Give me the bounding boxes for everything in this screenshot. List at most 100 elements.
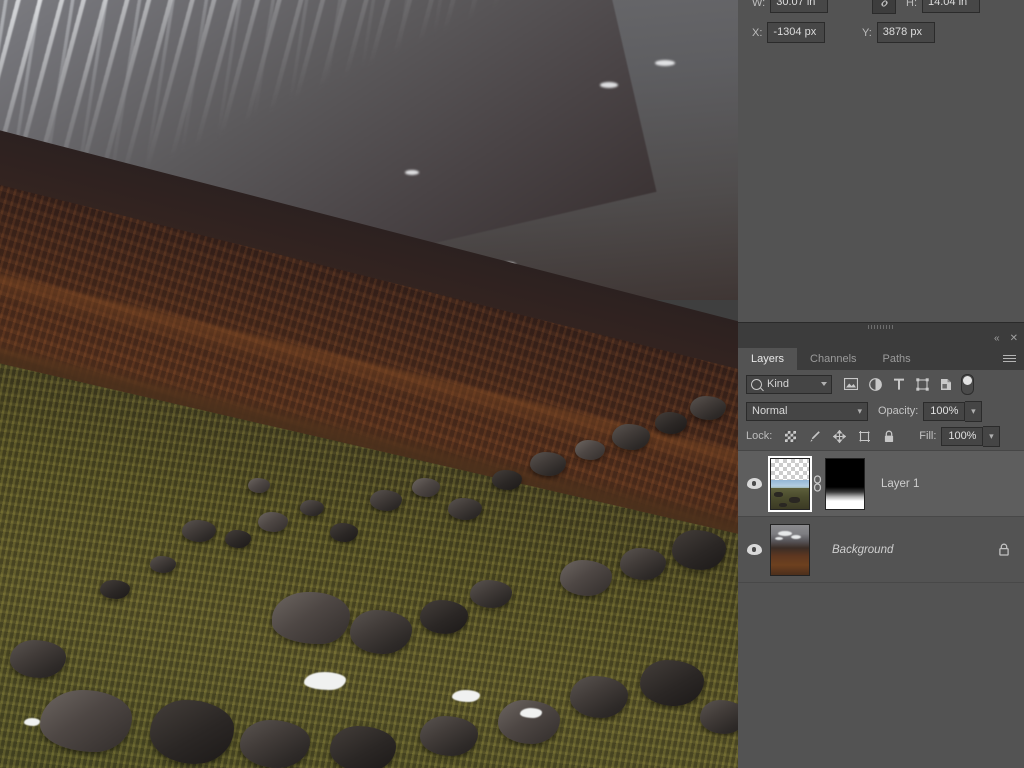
pixel-layer-filter-icon[interactable] (844, 378, 858, 390)
layer-mask-thumbnail[interactable] (825, 457, 865, 510)
panel-menu-icon[interactable] (995, 348, 1024, 370)
snow-patch (600, 82, 618, 88)
blend-mode-select[interactable]: Normal ▾ (746, 401, 868, 421)
thumbnail-snow (775, 536, 783, 540)
lock-position-icon[interactable] (833, 429, 847, 443)
document-image (0, 0, 738, 768)
panel-titlebar: « ✕ (738, 330, 1024, 348)
opacity-label: Opacity: (878, 405, 919, 417)
rock (258, 512, 288, 532)
rock (498, 700, 560, 744)
lock-artboard-nesting-icon[interactable] (858, 430, 871, 443)
y-label: Y: (862, 26, 872, 39)
table-row[interactable]: Background (738, 517, 1024, 583)
lock-image-pixels-icon[interactable] (808, 430, 821, 443)
height-field-group: H: 14.04 in (906, 0, 980, 13)
rock (225, 530, 251, 548)
table-row[interactable]: Layer 1 (738, 451, 1024, 517)
x-label: X: (752, 26, 763, 39)
rock (248, 478, 270, 493)
thumbnail-photo (771, 524, 809, 575)
rock (370, 490, 402, 511)
rock (492, 470, 522, 490)
canvas-area[interactable] (0, 0, 738, 768)
snow-patch-ground (452, 690, 480, 702)
adjustment-layer-filter-icon[interactable] (869, 377, 882, 391)
tab-paths[interactable]: Paths (869, 348, 924, 370)
layer-mask-link-icon[interactable] (811, 475, 824, 492)
tab-layers[interactable]: Layers (738, 348, 798, 370)
lock-row: Lock: Fill: 100% ▾ (738, 424, 1024, 448)
lock-transparent-pixels-icon[interactable] (785, 430, 797, 442)
rock (412, 478, 440, 497)
lock-all-icon[interactable] (883, 430, 895, 443)
hamburger-icon (1003, 354, 1016, 364)
layer-filter-row: Kind (738, 370, 1024, 398)
x-input[interactable]: -1304 px (767, 22, 826, 43)
rock (560, 560, 612, 596)
layer-list[interactable]: Layer 1 Background (738, 450, 1024, 768)
lock-all-icon[interactable] (998, 543, 1010, 556)
options-bar: W: 30.07 in H: 14.04 in X: -1304 px Y: 3… (738, 0, 1024, 48)
opacity-stepper[interactable]: ▾ (965, 400, 983, 422)
large-boulder (272, 592, 350, 644)
filter-icon-group (844, 377, 952, 391)
layers-panel-group: « ✕ Layers Channels Paths Kind Normal ▾ … (738, 322, 1024, 768)
smart-object-filter-icon[interactable] (940, 378, 952, 391)
layer-thumbnail[interactable] (768, 455, 812, 512)
filter-kind-select[interactable]: Kind (746, 374, 832, 394)
photoshop-window: W: 30.07 in H: 14.04 in X: -1304 px Y: 3… (0, 0, 1024, 768)
double-chevron-collapse-icon[interactable]: « (994, 334, 1000, 344)
filter-enable-toggle[interactable] (961, 373, 974, 395)
thumbnail-snow (778, 530, 792, 536)
chevron-down-icon: ▾ (971, 405, 976, 416)
link-icon[interactable] (872, 0, 896, 14)
snow-patch-ground (304, 672, 346, 690)
layer-name[interactable]: Background (832, 544, 998, 556)
shape-layer-filter-icon[interactable] (916, 377, 929, 391)
rock (570, 676, 628, 718)
thumbnail-rock (789, 496, 800, 503)
tab-channels[interactable]: Channels (797, 348, 870, 370)
fill-label: Fill: (919, 430, 937, 442)
filter-kind-value: Kind (767, 378, 790, 390)
x-field-group: X: -1304 px (752, 22, 826, 43)
lock-label: Lock: (746, 430, 773, 442)
rock (100, 580, 130, 599)
rock (330, 523, 358, 542)
layer-name[interactable]: Layer 1 (881, 478, 1024, 490)
rock (240, 720, 310, 768)
rock (10, 640, 66, 678)
opacity-input[interactable]: 100% (923, 401, 966, 421)
chevron-down-icon: ▾ (857, 405, 862, 416)
layer-thumbnail[interactable] (770, 523, 810, 576)
rock (330, 726, 396, 768)
thumbnail-rock (774, 491, 783, 497)
rock (690, 396, 726, 420)
rock (620, 548, 666, 580)
height-label: H: (906, 0, 917, 9)
close-icon[interactable]: ✕ (1010, 334, 1018, 344)
panel-tab-bar: Layers Channels Paths (738, 348, 1024, 370)
blend-mode-value: Normal (752, 405, 788, 417)
snow-patch-ground (520, 708, 542, 718)
fill-input[interactable]: 100% (941, 426, 984, 446)
rock (655, 412, 687, 434)
snow-patch (405, 170, 419, 175)
rock (612, 424, 650, 450)
fill-stepper[interactable]: ▾ (983, 425, 1001, 447)
lock-icon-group (785, 429, 895, 443)
large-boulder (150, 700, 234, 764)
snow-patch-ground (24, 718, 40, 726)
type-layer-filter-icon[interactable] (893, 378, 905, 391)
layer-visibility-toggle[interactable] (738, 544, 770, 555)
width-input[interactable]: 30.07 in (770, 0, 829, 13)
rock (182, 520, 216, 542)
eye-icon (746, 544, 762, 555)
layer-visibility-toggle[interactable] (738, 478, 770, 489)
search-icon (751, 378, 762, 390)
height-input[interactable]: 14.04 in (922, 0, 980, 13)
rock (420, 716, 478, 756)
y-input[interactable]: 3878 px (876, 22, 935, 43)
width-field-group: W: 30.07 in (752, 0, 829, 13)
